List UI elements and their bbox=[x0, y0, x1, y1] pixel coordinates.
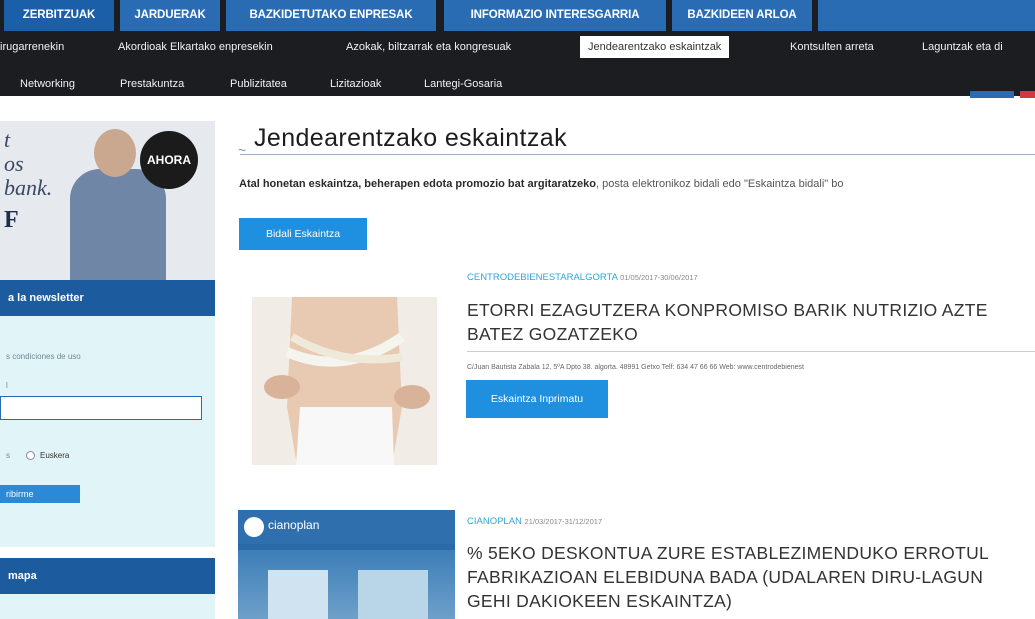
sub-nav-row-2: Networking Prestakuntza Publizitatea Liz… bbox=[0, 72, 1035, 96]
offer-1-address: C/Juan Bautista Zabala 12, 5ºA Dpto 38. … bbox=[467, 364, 804, 371]
language-radio-icon[interactable] bbox=[26, 451, 35, 460]
tab-bar-filler bbox=[818, 0, 1035, 31]
ad-badge: AHORA bbox=[140, 131, 198, 189]
subnav-item-jendearentzako-eskaintzak[interactable]: Jendearentzako eskaintzak bbox=[580, 36, 730, 58]
offer-1-title-line: ETORRI EZAGUTZERA KONPROMISO BARIK NUTRI… bbox=[467, 300, 988, 320]
offer-2-meta: CIANOPLAN 21/03/2017-31/12/2017 bbox=[467, 516, 602, 527]
tab-bazkideen-arloa[interactable]: BAZKIDEEN ARLOA bbox=[672, 0, 812, 31]
offer-image-cianoplan[interactable]: cianoplan bbox=[238, 510, 455, 619]
offer-2-title-line: GEHI DAKIOKEEN ESKAINTZA) bbox=[467, 591, 733, 611]
subnav-item-lizitazioak[interactable]: Lizitazioak bbox=[330, 72, 381, 96]
title-underline bbox=[240, 154, 1035, 155]
offer-2-title-line: % 5EKO DESKONTUA ZURE ESTABLEZIMENDUKO E… bbox=[467, 543, 990, 563]
share-button-icon[interactable] bbox=[970, 91, 1014, 98]
offer-2-company[interactable]: CIANOPLAN bbox=[467, 516, 522, 527]
ad-text-line: F bbox=[4, 207, 19, 233]
tab-bazkidetutako-enpresak[interactable]: BAZKIDETUTAKO ENPRESAK bbox=[226, 0, 436, 31]
newsletter-panel bbox=[0, 316, 215, 547]
intro-rest: , posta elektronikoz bidali edo "Eskaint… bbox=[595, 178, 844, 190]
newsletter-email-field[interactable] bbox=[0, 396, 202, 420]
mail-share-icon[interactable] bbox=[1020, 91, 1035, 98]
cianoplan-logo-icon bbox=[244, 517, 264, 537]
ad-text-line: bank. bbox=[4, 175, 53, 200]
ad-person-image bbox=[70, 169, 166, 289]
newsletter-field-label: l bbox=[6, 381, 8, 390]
newsletter-subscribe-button[interactable]: ribirme bbox=[0, 485, 80, 503]
page-title: Jendearentzako eskaintzak bbox=[254, 124, 567, 152]
subnav-item-lantegi-gosaria[interactable]: Lantegi-Gosaria bbox=[424, 72, 502, 96]
offer-1-divider bbox=[467, 351, 1035, 352]
offer-1-title-line: BATEZ GOZATZEKO bbox=[467, 324, 639, 344]
subnav-item-hirugarrenekin[interactable]: irugarrenekin bbox=[0, 35, 64, 59]
waist-measure-image bbox=[252, 297, 437, 465]
shopfront-window bbox=[358, 570, 428, 619]
offer-1-title[interactable]: ETORRI EZAGUTZERA KONPROMISO BARIK NUTRI… bbox=[467, 298, 1035, 346]
tab-zerbitzuak[interactable]: ZERBITZUAK bbox=[4, 0, 114, 31]
ad-text-line: t bbox=[4, 127, 11, 152]
title-decoration-icon: ~ bbox=[238, 142, 247, 158]
ad-text-line: os bbox=[4, 151, 24, 176]
offer-2-title-line: FABRIKAZIOAN ELEBIDUNA BADA (UDALAREN DI… bbox=[467, 567, 984, 587]
sitemap-panel bbox=[0, 594, 215, 619]
intro-bold: Atal honetan eskaintza, beherapen edota … bbox=[239, 178, 596, 190]
subnav-item-kontsulten-arreta[interactable]: Kontsulten arreta bbox=[790, 35, 874, 59]
sidebar-ad-banner[interactable]: t os bank. F AHORA bbox=[0, 121, 215, 289]
subnav-item-akordioak[interactable]: Akordioak Elkartako enpresekin bbox=[118, 35, 273, 59]
offer-image-nutrition[interactable] bbox=[252, 297, 437, 465]
ad-person-face bbox=[94, 129, 136, 177]
main-nav: ZERBITZUAK JARDUERAK BAZKIDETUTAKO ENPRE… bbox=[0, 0, 1035, 31]
newsletter-header: a la newsletter bbox=[0, 280, 215, 316]
offer-1-company[interactable]: CENTRODEBIENESTARALGORTA bbox=[467, 272, 617, 283]
subnav-item-prestakuntza[interactable]: Prestakuntza bbox=[120, 72, 184, 96]
sub-nav-row-1: irugarrenekin Akordioak Elkartako enpres… bbox=[0, 35, 1035, 59]
intro-text: Atal honetan eskaintza, beherapen edota … bbox=[239, 178, 843, 190]
tab-jarduerak[interactable]: JARDUERAK bbox=[120, 0, 220, 31]
print-offer-button[interactable]: Eskaintza Inprimatu bbox=[466, 380, 608, 418]
cianoplan-logo-text: cianoplan bbox=[268, 518, 320, 532]
offer-1-dates: 01/05/2017-30/06/2017 bbox=[620, 273, 698, 282]
sitemap-header[interactable]: mapa bbox=[0, 558, 215, 594]
language-option-euskera[interactable]: Euskera bbox=[40, 451, 69, 460]
shopfront-window bbox=[268, 570, 328, 619]
sub-nav: irugarrenekin Akordioak Elkartako enpres… bbox=[0, 31, 1035, 96]
newsletter-conditions[interactable]: s condiciones de uso bbox=[6, 352, 81, 361]
subnav-item-azokak[interactable]: Azokak, biltzarrak eta kongresuak bbox=[346, 35, 511, 59]
subnav-item-publizitatea[interactable]: Publizitatea bbox=[230, 72, 287, 96]
offer-2-dates: 21/03/2017-31/12/2017 bbox=[524, 517, 603, 526]
offer-1-meta: CENTRODEBIENESTARALGORTA 01/05/2017-30/0… bbox=[467, 272, 698, 283]
subnav-item-laguntzak[interactable]: Laguntzak eta di bbox=[922, 35, 1003, 59]
tab-informazio-interesgarria[interactable]: INFORMAZIO INTERESGARRIA bbox=[444, 0, 666, 31]
subnav-item-networking[interactable]: Networking bbox=[20, 72, 75, 96]
offer-2-title[interactable]: % 5EKO DESKONTUA ZURE ESTABLEZIMENDUKO E… bbox=[467, 541, 1035, 613]
send-offer-button[interactable]: Bidali Eskaintza bbox=[239, 218, 367, 250]
language-option-left[interactable]: s bbox=[6, 451, 10, 460]
